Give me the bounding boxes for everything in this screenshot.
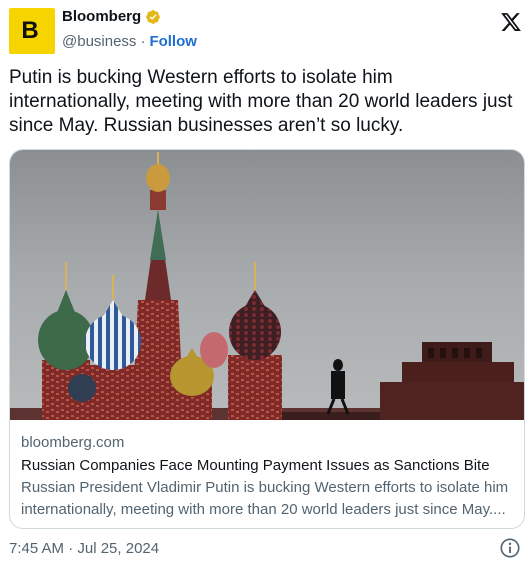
x-logo-icon[interactable] [500,11,522,33]
card-meta: bloomberg.com Russian Companies Face Mou… [21,433,517,521]
tweet-text: Putin is bucking Western efforts to isol… [9,67,513,136]
verified-badge-icon [146,9,161,24]
card-domain: bloomberg.com [21,434,125,451]
card-description-line1: Russian President Vladimir Putin is buck… [21,479,509,496]
separator: · [140,33,146,50]
card-title[interactable]: Russian Companies Face Mounting Payment … [21,455,517,477]
follow-button[interactable]: Follow [149,33,197,50]
handle-row: @business · Follow [62,33,197,50]
info-icon[interactable] [499,537,521,559]
card-image[interactable] [10,150,524,420]
avatar-letter: B [21,17,39,44]
link-card[interactable]: bloomberg.com Russian Companies Face Mou… [9,149,525,529]
card-description-line2: internationally, meeting with more than … [21,501,506,518]
author-name-row: Bloomberg [62,8,161,25]
handle[interactable]: @business [62,33,136,50]
avatar[interactable]: B [9,8,55,54]
tweet-timestamp[interactable]: 7:45 AM · Jul 25, 2024 [9,540,159,557]
display-name[interactable]: Bloomberg [62,8,141,25]
